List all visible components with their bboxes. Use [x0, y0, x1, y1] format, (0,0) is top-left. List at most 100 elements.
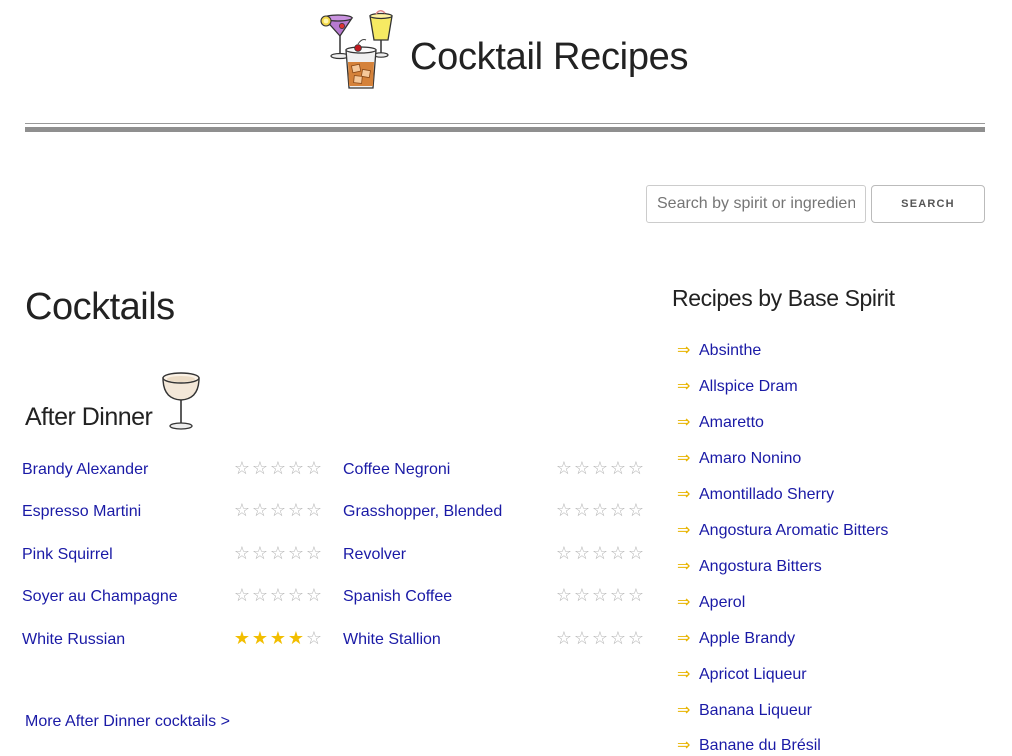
- rating-stars[interactable]: ★ ★ ★ ★ ☆: [233, 628, 323, 649]
- star-empty-icon[interactable]: ☆: [591, 585, 609, 606]
- spirit-link[interactable]: Amaretto: [699, 414, 764, 431]
- star-filled-icon[interactable]: ★: [287, 628, 305, 649]
- arrow-icon: ⇒: [677, 414, 691, 431]
- star-empty-icon[interactable]: ☆: [233, 585, 251, 606]
- star-empty-icon[interactable]: ☆: [251, 458, 269, 479]
- rating-stars[interactable]: ☆ ☆ ☆ ☆ ☆: [555, 458, 645, 479]
- star-empty-icon[interactable]: ☆: [269, 543, 287, 564]
- star-empty-icon[interactable]: ☆: [555, 543, 573, 564]
- cocktail-link[interactable]: White Russian: [22, 631, 125, 649]
- list-item: ⇒ Amaretto: [677, 412, 764, 442]
- site-title[interactable]: Cocktail Recipes: [410, 36, 689, 79]
- spirit-link[interactable]: Angostura Bitters: [699, 558, 822, 575]
- star-filled-icon[interactable]: ★: [233, 628, 251, 649]
- star-empty-icon[interactable]: ☆: [305, 628, 323, 649]
- star-empty-icon[interactable]: ☆: [573, 628, 591, 649]
- star-empty-icon[interactable]: ☆: [233, 458, 251, 479]
- star-empty-icon[interactable]: ☆: [609, 458, 627, 479]
- list-item: ⇒ Amaro Nonino: [677, 448, 801, 478]
- star-empty-icon[interactable]: ☆: [555, 458, 573, 479]
- star-empty-icon[interactable]: ☆: [287, 458, 305, 479]
- rating-stars[interactable]: ☆ ☆ ☆ ☆ ☆: [233, 458, 323, 479]
- arrow-icon: ⇒: [677, 737, 691, 754]
- star-empty-icon[interactable]: ☆: [287, 500, 305, 521]
- arrow-icon: ⇒: [677, 486, 691, 503]
- cocktail-link[interactable]: Coffee Negroni: [343, 461, 450, 479]
- spirit-link[interactable]: Apple Brandy: [699, 630, 795, 647]
- star-empty-icon[interactable]: ☆: [251, 500, 269, 521]
- rating-stars[interactable]: ☆ ☆ ☆ ☆ ☆: [233, 500, 323, 521]
- star-empty-icon[interactable]: ☆: [233, 543, 251, 564]
- rating-stars[interactable]: ☆ ☆ ☆ ☆ ☆: [555, 585, 645, 606]
- list-item: ⇒ Allspice Dram: [677, 376, 798, 406]
- cocktail-link[interactable]: Revolver: [343, 546, 406, 564]
- star-empty-icon[interactable]: ☆: [573, 458, 591, 479]
- star-empty-icon[interactable]: ☆: [609, 628, 627, 649]
- star-empty-icon[interactable]: ☆: [305, 458, 323, 479]
- star-empty-icon[interactable]: ☆: [287, 543, 305, 564]
- list-item: ⇒ Apricot Liqueur: [677, 664, 807, 694]
- header-divider-thin: [25, 123, 985, 124]
- star-empty-icon[interactable]: ☆: [609, 543, 627, 564]
- cocktail-link[interactable]: Brandy Alexander: [22, 461, 148, 479]
- star-empty-icon[interactable]: ☆: [573, 500, 591, 521]
- star-empty-icon[interactable]: ☆: [627, 543, 645, 564]
- cocktail-link[interactable]: White Stallion: [343, 631, 441, 649]
- star-empty-icon[interactable]: ☆: [233, 500, 251, 521]
- spirit-link[interactable]: Aperol: [699, 594, 745, 611]
- cocktail-link[interactable]: Pink Squirrel: [22, 546, 113, 564]
- spirit-link[interactable]: Banana Liqueur: [699, 702, 812, 719]
- star-empty-icon[interactable]: ☆: [555, 628, 573, 649]
- cocktail-glasses-icon[interactable]: [318, 10, 402, 94]
- rating-stars[interactable]: ☆ ☆ ☆ ☆ ☆: [555, 543, 645, 564]
- star-empty-icon[interactable]: ☆: [555, 500, 573, 521]
- spirit-link[interactable]: Allspice Dram: [699, 378, 798, 395]
- cocktail-link[interactable]: Spanish Coffee: [343, 588, 452, 606]
- star-empty-icon[interactable]: ☆: [591, 458, 609, 479]
- star-empty-icon[interactable]: ☆: [573, 585, 591, 606]
- spirit-link[interactable]: Apricot Liqueur: [699, 666, 807, 683]
- star-empty-icon[interactable]: ☆: [251, 585, 269, 606]
- star-empty-icon[interactable]: ☆: [627, 458, 645, 479]
- star-empty-icon[interactable]: ☆: [269, 458, 287, 479]
- star-empty-icon[interactable]: ☆: [305, 585, 323, 606]
- star-empty-icon[interactable]: ☆: [287, 585, 305, 606]
- more-after-dinner-link[interactable]: More After Dinner cocktails >: [25, 713, 230, 731]
- rating-stars[interactable]: ☆ ☆ ☆ ☆ ☆: [555, 628, 645, 649]
- cocktail-link[interactable]: Soyer au Champagne: [22, 588, 178, 606]
- star-empty-icon[interactable]: ☆: [591, 628, 609, 649]
- star-empty-icon[interactable]: ☆: [627, 628, 645, 649]
- cocktail-link[interactable]: Grasshopper, Blended: [343, 503, 502, 521]
- search-input[interactable]: [646, 185, 866, 223]
- arrow-icon: ⇒: [677, 666, 691, 683]
- star-empty-icon[interactable]: ☆: [305, 500, 323, 521]
- rating-stars[interactable]: ☆ ☆ ☆ ☆ ☆: [555, 500, 645, 521]
- star-empty-icon[interactable]: ☆: [555, 585, 573, 606]
- rating-stars[interactable]: ☆ ☆ ☆ ☆ ☆: [233, 543, 323, 564]
- star-empty-icon[interactable]: ☆: [305, 543, 323, 564]
- arrow-icon: ⇒: [677, 630, 691, 647]
- star-empty-icon[interactable]: ☆: [591, 543, 609, 564]
- search-button[interactable]: SEARCH: [871, 185, 985, 223]
- star-empty-icon[interactable]: ☆: [269, 585, 287, 606]
- star-empty-icon[interactable]: ☆: [609, 585, 627, 606]
- star-filled-icon[interactable]: ★: [251, 628, 269, 649]
- spirit-link[interactable]: Amontillado Sherry: [699, 486, 834, 503]
- star-empty-icon[interactable]: ☆: [269, 500, 287, 521]
- star-empty-icon[interactable]: ☆: [627, 500, 645, 521]
- star-empty-icon[interactable]: ☆: [251, 543, 269, 564]
- star-empty-icon[interactable]: ☆: [573, 543, 591, 564]
- spirit-link[interactable]: Amaro Nonino: [699, 450, 801, 467]
- spirit-link[interactable]: Angostura Aromatic Bitters: [699, 522, 888, 539]
- cocktail-row: Soyer au Champagne ☆ ☆ ☆ ☆ ☆ Spanish Coffee …: [22, 582, 652, 612]
- star-empty-icon[interactable]: ☆: [591, 500, 609, 521]
- star-filled-icon[interactable]: ★: [269, 628, 287, 649]
- list-item: ⇒ Angostura Bitters: [677, 556, 822, 586]
- spirit-link[interactable]: Absinthe: [699, 342, 761, 359]
- star-empty-icon[interactable]: ☆: [627, 585, 645, 606]
- spirit-link[interactable]: Banane du Brésil: [699, 737, 821, 754]
- cocktail-row: Espresso Martini ☆ ☆ ☆ ☆ ☆ Grasshopper, Blen…: [22, 497, 652, 527]
- cocktail-link[interactable]: Espresso Martini: [22, 503, 141, 521]
- rating-stars[interactable]: ☆ ☆ ☆ ☆ ☆: [233, 585, 323, 606]
- star-empty-icon[interactable]: ☆: [609, 500, 627, 521]
